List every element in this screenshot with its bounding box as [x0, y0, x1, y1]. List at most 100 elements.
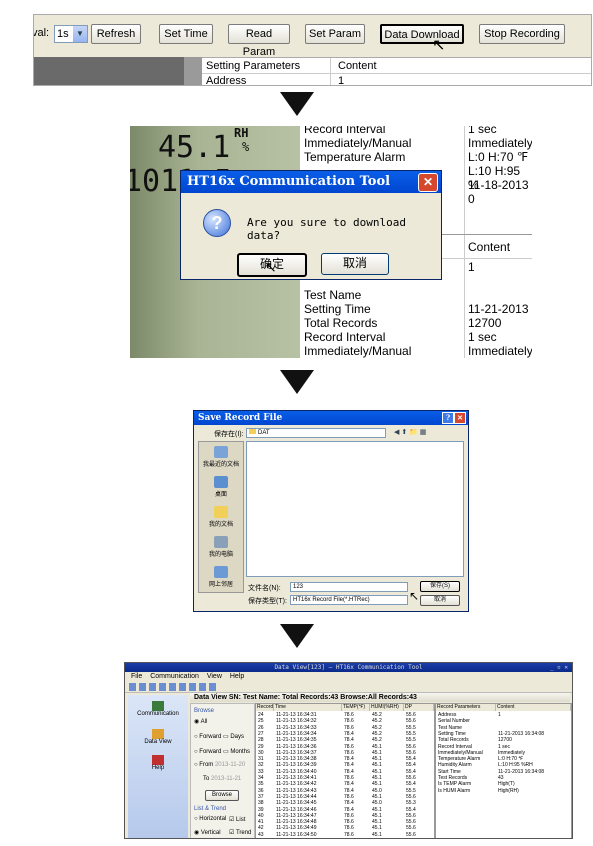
param-name: Temperature Alarm — [304, 150, 406, 164]
list-item: Address 1 — [436, 712, 571, 718]
table-cell: Test Name — [438, 724, 462, 731]
menu-view[interactable]: View — [207, 673, 222, 680]
places-documents[interactable]: 我的文档 — [199, 506, 243, 528]
records-table[interactable]: Record Time TEMP(℉) HUMI(%RH) DP 24 11-21… — [255, 703, 435, 838]
table-row[interactable]: 26 11-21-13 16:34:33 78.6 45.2 55.5 — [256, 725, 434, 731]
col-header[interactable]: DP — [404, 704, 434, 711]
menu-help[interactable]: Help — [230, 673, 244, 680]
chevron-down-icon[interactable]: ▼ — [73, 26, 87, 42]
table-row[interactable]: 39 11-21-13 16:34:46 78.4 45.1 55.4 — [256, 807, 434, 813]
places-network[interactable]: 网上邻居 — [199, 566, 243, 588]
table-row[interactable]: 38 11-21-13 16:34:45 78.4 45.0 55.3 — [256, 800, 434, 806]
content-header: Content — [468, 240, 511, 254]
save-in-select[interactable]: DAT — [246, 428, 386, 438]
radio-from[interactable]: ○ From 2013-11-20 — [194, 762, 245, 768]
grid-header-params: Setting Parameters — [206, 60, 301, 72]
table-row[interactable]: 28 11-21-13 16:34:35 78.4 45.2 55.5 — [256, 737, 434, 743]
nav-sidebar: Communication Data View Help — [128, 695, 188, 838]
table-row[interactable]: 40 11-21-13 16:34:47 78.6 45.1 55.6 — [256, 813, 434, 819]
table-cell: 78.6 — [344, 718, 354, 725]
places-computer[interactable]: 我的电脑 — [199, 536, 243, 558]
nav-data-view[interactable]: Data View — [128, 729, 188, 745]
params-grid: Setting Parameters Content Address 1 — [202, 57, 591, 85]
table-cell: 78.6 — [344, 825, 354, 832]
table-cell: 78.6 — [344, 743, 354, 750]
read-param-button[interactable]: Read Param — [228, 24, 290, 58]
checkbox-trend[interactable]: ☑ Trend — [229, 829, 251, 836]
nav-communication[interactable]: Communication — [128, 701, 188, 717]
table-cell: L:0 H:70 ℉ — [498, 756, 524, 763]
table-row[interactable]: 37 11-21-13 16:34:44 78.6 45.1 55.6 — [256, 794, 434, 800]
table-row[interactable]: 43 11-21-13 16:34:50 78.6 45.1 55.6 — [256, 832, 434, 838]
interval-select[interactable]: 1s ▼ — [54, 25, 88, 43]
col-header[interactable]: Time — [274, 704, 342, 711]
radio-forward-months[interactable]: ○ Forward ▭ Months — [194, 748, 250, 755]
table-row[interactable]: 42 11-21-13 16:34:49 78.6 45.1 55.6 — [256, 825, 434, 831]
table-cell: 35 — [258, 781, 264, 788]
table-cell: 55.4 — [406, 781, 416, 788]
table-cell: 45.2 — [372, 718, 382, 725]
col-header[interactable]: HUMI(%RH) — [370, 704, 404, 711]
set-param-button[interactable]: Set Param — [305, 24, 365, 44]
menu-file[interactable]: File — [131, 673, 142, 680]
table-cell: Immediately — [498, 749, 525, 756]
table-row[interactable]: 33 11-21-13 16:34:40 78.4 45.1 55.4 — [256, 769, 434, 775]
help-icon[interactable]: ? — [442, 412, 454, 424]
table-row[interactable]: 25 11-21-13 16:34:32 78.6 45.2 55.6 — [256, 718, 434, 724]
col-header[interactable]: Record — [256, 704, 274, 711]
filetype-select[interactable]: HT16x Record File(*.HTRec) — [290, 595, 408, 605]
refresh-button[interactable]: Refresh — [91, 24, 141, 44]
table-row[interactable]: 24 11-21-13 16:34:31 78.6 45.2 55.6 — [256, 712, 434, 718]
menu-communication[interactable]: Communication — [150, 673, 199, 680]
close-icon[interactable]: ✕ — [454, 412, 466, 424]
toolbar-icons[interactable] — [129, 683, 219, 691]
table-row[interactable]: 41 11-21-13 16:34:48 78.6 45.1 55.6 — [256, 819, 434, 825]
radio-horizontal[interactable]: ○ Horizontal — [194, 816, 226, 822]
nav-help[interactable]: Help — [128, 755, 188, 771]
list-item: Test Records 43 — [436, 775, 571, 781]
table-cell: 78.6 — [344, 749, 354, 756]
radio-all[interactable]: ◉ All — [194, 718, 207, 725]
table-cell: 11-21-13 16:34:31 — [276, 712, 317, 718]
table-row[interactable]: 30 11-21-13 16:34:37 78.6 45.1 55.6 — [256, 750, 434, 756]
col-header[interactable]: TEMP(℉) — [342, 704, 370, 711]
stop-recording-button[interactable]: Stop Recording — [479, 24, 565, 44]
param-name: Total Records — [304, 316, 378, 330]
grid-header-content: Content — [338, 60, 377, 72]
browse-button[interactable]: Browse — [205, 790, 239, 801]
cancel-button[interactable]: 取消 — [420, 595, 460, 606]
radio-vertical[interactable]: ◉ Vertical — [194, 829, 221, 836]
places-desktop[interactable]: 桌面 — [199, 476, 243, 498]
list-item: Serial Number — [436, 718, 571, 724]
set-time-button[interactable]: Set Time — [159, 24, 213, 44]
table-cell: 45.1 — [372, 793, 382, 800]
file-list[interactable] — [246, 441, 464, 577]
table-cell: 78.6 — [344, 831, 354, 838]
window-controls[interactable]: _ ▫ ✕ — [550, 663, 568, 672]
close-icon[interactable]: ✕ — [418, 173, 438, 192]
table-row[interactable]: 35 11-21-13 16:34:42 78.4 45.1 55.4 — [256, 781, 434, 787]
lcd-unit: RH — [234, 126, 249, 140]
radio-forward-days[interactable]: ○ Forward ▭ Days — [194, 733, 244, 740]
checkbox-list[interactable]: ☑ List — [229, 816, 245, 823]
to-field[interactable]: To 2013-11-21 — [203, 776, 241, 782]
filename-input[interactable]: 123 — [290, 582, 408, 592]
table-cell: 11-21-13 16:34:43 — [276, 787, 317, 794]
table-row[interactable]: 34 11-21-13 16:34:41 78.6 45.1 55.6 — [256, 775, 434, 781]
table-cell: 28 — [258, 737, 264, 744]
table-cell: 45.2 — [372, 712, 382, 718]
param-value: 11-18-2013 — [468, 178, 529, 192]
table-row[interactable]: 29 11-21-13 16:34:36 78.6 45.1 55.6 — [256, 744, 434, 750]
data-download-button[interactable]: Data Download — [380, 24, 464, 44]
table-cell: 38 — [258, 800, 264, 807]
table-row[interactable]: 36 11-21-13 16:34:43 78.4 45.0 55.5 — [256, 788, 434, 794]
save-button[interactable]: 保存(S) — [420, 581, 460, 592]
table-cell: 78.4 — [344, 756, 354, 763]
places-recent[interactable]: 我最近的文档 — [199, 446, 243, 468]
table-row[interactable]: 31 11-21-13 16:34:38 78.4 45.1 55.4 — [256, 756, 434, 762]
cancel-button[interactable]: 取消 — [321, 253, 389, 275]
table-cell: Start Time — [438, 768, 461, 775]
table-row[interactable]: 27 11-21-13 16:34:34 78.4 45.2 55.5 — [256, 731, 434, 737]
table-row[interactable]: 32 11-21-13 16:34:39 78.4 45.1 55.4 — [256, 762, 434, 768]
nav-icons[interactable]: ◀ ⬆ 📁 ▦ — [394, 428, 426, 436]
